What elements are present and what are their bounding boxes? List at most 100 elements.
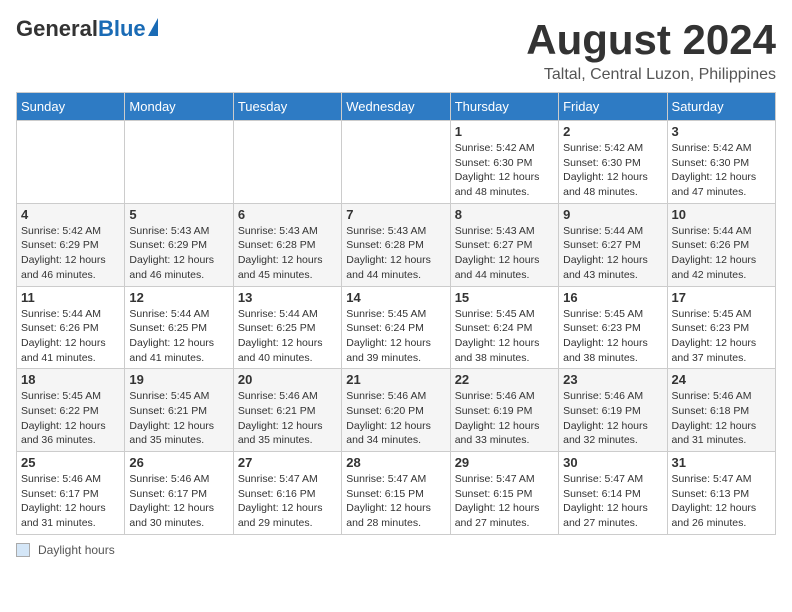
- day-info: Sunrise: 5:44 AMSunset: 6:25 PMDaylight:…: [129, 307, 228, 366]
- calendar-cell: [233, 121, 341, 204]
- calendar-cell: 3 Sunrise: 5:42 AMSunset: 6:30 PMDaylight…: [667, 121, 775, 204]
- calendar-cell: 16 Sunrise: 5:45 AMSunset: 6:23 PMDayligh…: [559, 286, 667, 369]
- day-number: 11: [21, 290, 120, 305]
- calendar-cell: 13 Sunrise: 5:44 AMSunset: 6:25 PMDayligh…: [233, 286, 341, 369]
- day-info: Sunrise: 5:45 AMSunset: 6:24 PMDaylight:…: [346, 307, 445, 366]
- calendar-day-header: Saturday: [667, 93, 775, 121]
- calendar-day-header: Thursday: [450, 93, 558, 121]
- calendar-cell: 15Sunrise: 5:45 AMSunset: 6:24 PMDayligh…: [450, 286, 558, 369]
- day-info: Sunrise: 5:43 AMSunset: 6:27 PMDaylight:…: [455, 224, 554, 283]
- logo-general-text: General: [16, 16, 98, 42]
- day-info: Sunrise: 5:46 AMSunset: 6:19 PMDaylight:…: [563, 389, 662, 448]
- day-info: Sunrise: 5:45 AMSunset: 6:22 PMDaylight:…: [21, 389, 120, 448]
- day-info: Sunrise: 5:43 AMSunset: 6:28 PMDaylight:…: [238, 224, 337, 283]
- day-info: Sunrise: 5:47 AMSunset: 6:14 PMDaylight:…: [563, 472, 662, 531]
- calendar-day-header: Wednesday: [342, 93, 450, 121]
- month-title: August 2024: [526, 16, 776, 64]
- day-number: 10: [672, 207, 771, 222]
- calendar-cell: 18 Sunrise: 5:45 AMSunset: 6:22 PMDayligh…: [17, 369, 125, 452]
- day-number: 14: [346, 290, 445, 305]
- calendar-cell: 22Sunrise: 5:46 AMSunset: 6:19 PMDayligh…: [450, 369, 558, 452]
- calendar-week-row: 1 Sunrise: 5:42 AMSunset: 6:30 PMDaylight…: [17, 121, 776, 204]
- calendar-cell: [342, 121, 450, 204]
- day-number: 5: [129, 207, 228, 222]
- day-number: 3: [672, 124, 771, 139]
- day-info: Sunrise: 5:47 AMSunset: 6:15 PMDaylight:…: [455, 472, 554, 531]
- calendar-cell: 12Sunrise: 5:44 AMSunset: 6:25 PMDayligh…: [125, 286, 233, 369]
- calendar-week-row: 25 Sunrise: 5:46 AMSunset: 6:17 PMDayligh…: [17, 452, 776, 535]
- calendar-day-header: Monday: [125, 93, 233, 121]
- day-number: 16: [563, 290, 662, 305]
- calendar-cell: 9 Sunrise: 5:44 AMSunset: 6:27 PMDaylight…: [559, 203, 667, 286]
- calendar-table: SundayMondayTuesdayWednesdayThursdayFrid…: [16, 92, 776, 535]
- calendar-cell: 24 Sunrise: 5:46 AMSunset: 6:18 PMDayligh…: [667, 369, 775, 452]
- day-number: 31: [672, 455, 771, 470]
- calendar-cell: 26 Sunrise: 5:46 AMSunset: 6:17 PMDayligh…: [125, 452, 233, 535]
- calendar-week-row: 11Sunrise: 5:44 AMSunset: 6:26 PMDayligh…: [17, 286, 776, 369]
- calendar-cell: 2Sunrise: 5:42 AMSunset: 6:30 PMDaylight…: [559, 121, 667, 204]
- daylight-box-icon: [16, 543, 30, 557]
- day-info: Sunrise: 5:47 AMSunset: 6:15 PMDaylight:…: [346, 472, 445, 531]
- day-info: Sunrise: 5:42 AMSunset: 6:29 PMDaylight:…: [21, 224, 120, 283]
- calendar-cell: [17, 121, 125, 204]
- logo-triangle-icon: [148, 18, 158, 36]
- calendar-cell: 20Sunrise: 5:46 AMSunset: 6:21 PMDayligh…: [233, 369, 341, 452]
- day-info: Sunrise: 5:46 AMSunset: 6:18 PMDaylight:…: [672, 389, 771, 448]
- day-number: 26: [129, 455, 228, 470]
- day-info: Sunrise: 5:44 AMSunset: 6:26 PMDaylight:…: [672, 224, 771, 283]
- calendar-cell: 14 Sunrise: 5:45 AMSunset: 6:24 PMDayligh…: [342, 286, 450, 369]
- calendar-week-row: 18 Sunrise: 5:45 AMSunset: 6:22 PMDayligh…: [17, 369, 776, 452]
- calendar-cell: 29Sunrise: 5:47 AMSunset: 6:15 PMDayligh…: [450, 452, 558, 535]
- calendar-cell: 21Sunrise: 5:46 AMSunset: 6:20 PMDayligh…: [342, 369, 450, 452]
- day-number: 25: [21, 455, 120, 470]
- day-info: Sunrise: 5:46 AMSunset: 6:17 PMDaylight:…: [129, 472, 228, 531]
- logo-blue-text: Blue: [98, 16, 146, 42]
- day-info: Sunrise: 5:42 AMSunset: 6:30 PMDaylight:…: [455, 141, 554, 200]
- day-number: 27: [238, 455, 337, 470]
- day-info: Sunrise: 5:42 AMSunset: 6:30 PMDaylight:…: [672, 141, 771, 200]
- day-info: Sunrise: 5:47 AMSunset: 6:16 PMDaylight:…: [238, 472, 337, 531]
- day-info: Sunrise: 5:46 AMSunset: 6:17 PMDaylight:…: [21, 472, 120, 531]
- calendar-cell: 10 Sunrise: 5:44 AMSunset: 6:26 PMDayligh…: [667, 203, 775, 286]
- day-info: Sunrise: 5:45 AMSunset: 6:21 PMDaylight:…: [129, 389, 228, 448]
- day-info: Sunrise: 5:42 AMSunset: 6:30 PMDaylight:…: [563, 141, 662, 200]
- day-number: 7: [346, 207, 445, 222]
- calendar-cell: [125, 121, 233, 204]
- day-number: 19: [129, 372, 228, 387]
- day-number: 9: [563, 207, 662, 222]
- calendar-cell: 17 Sunrise: 5:45 AMSunset: 6:23 PMDayligh…: [667, 286, 775, 369]
- day-info: Sunrise: 5:45 AMSunset: 6:23 PMDaylight:…: [672, 307, 771, 366]
- calendar-cell: 11Sunrise: 5:44 AMSunset: 6:26 PMDayligh…: [17, 286, 125, 369]
- day-number: 18: [21, 372, 120, 387]
- calendar-footer: Daylight hours: [16, 543, 776, 557]
- calendar-cell: 23Sunrise: 5:46 AMSunset: 6:19 PMDayligh…: [559, 369, 667, 452]
- day-number: 17: [672, 290, 771, 305]
- location-text: Taltal, Central Luzon, Philippines: [526, 66, 776, 84]
- calendar-cell: 1 Sunrise: 5:42 AMSunset: 6:30 PMDaylight…: [450, 121, 558, 204]
- calendar-cell: 19 Sunrise: 5:45 AMSunset: 6:21 PMDayligh…: [125, 369, 233, 452]
- day-info: Sunrise: 5:44 AMSunset: 6:27 PMDaylight:…: [563, 224, 662, 283]
- day-number: 8: [455, 207, 554, 222]
- calendar-cell: 27 Sunrise: 5:47 AMSunset: 6:16 PMDayligh…: [233, 452, 341, 535]
- day-number: 24: [672, 372, 771, 387]
- day-info: Sunrise: 5:46 AMSunset: 6:19 PMDaylight:…: [455, 389, 554, 448]
- calendar-day-header: Sunday: [17, 93, 125, 121]
- calendar-cell: 8 Sunrise: 5:43 AMSunset: 6:27 PMDaylight…: [450, 203, 558, 286]
- day-number: 4: [21, 207, 120, 222]
- calendar-cell: 6Sunrise: 5:43 AMSunset: 6:28 PMDaylight…: [233, 203, 341, 286]
- logo: General Blue: [16, 16, 158, 42]
- calendar-cell: 30Sunrise: 5:47 AMSunset: 6:14 PMDayligh…: [559, 452, 667, 535]
- calendar-week-row: 4 Sunrise: 5:42 AMSunset: 6:29 PMDaylight…: [17, 203, 776, 286]
- calendar-header-row: SundayMondayTuesdayWednesdayThursdayFrid…: [17, 93, 776, 121]
- daylight-label: Daylight hours: [38, 543, 115, 557]
- calendar-cell: 25 Sunrise: 5:46 AMSunset: 6:17 PMDayligh…: [17, 452, 125, 535]
- day-info: Sunrise: 5:44 AMSunset: 6:25 PMDaylight:…: [238, 307, 337, 366]
- day-info: Sunrise: 5:46 AMSunset: 6:21 PMDaylight:…: [238, 389, 337, 448]
- day-number: 28: [346, 455, 445, 470]
- calendar-cell: 7Sunrise: 5:43 AMSunset: 6:28 PMDaylight…: [342, 203, 450, 286]
- day-info: Sunrise: 5:45 AMSunset: 6:23 PMDaylight:…: [563, 307, 662, 366]
- day-number: 1: [455, 124, 554, 139]
- day-number: 13: [238, 290, 337, 305]
- calendar-day-header: Tuesday: [233, 93, 341, 121]
- day-info: Sunrise: 5:45 AMSunset: 6:24 PMDaylight:…: [455, 307, 554, 366]
